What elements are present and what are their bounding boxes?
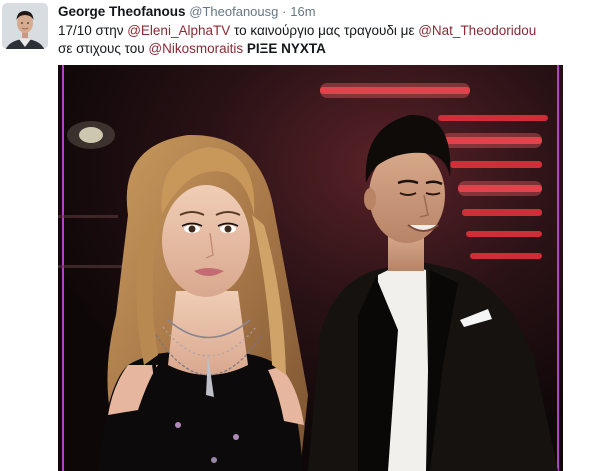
header-separator: · [282, 4, 287, 19]
text-segment: 17/10 στην [58, 23, 128, 38]
avatar[interactable] [2, 3, 48, 49]
author-handle[interactable]: @Theofanousg [189, 4, 278, 19]
photo-icon [58, 65, 563, 471]
text-segment: το καινούργιο μας τραγουδι με [230, 23, 419, 38]
mention-nat-theodoridou[interactable]: @Nat_Theodoridou [418, 23, 536, 38]
text-segment: σε στιχους του [58, 41, 149, 56]
song-title: ΡΙΞΕ ΝΥΧΤΑ [246, 41, 326, 56]
author-name[interactable]: George Theofanous [58, 4, 186, 19]
tweet-text-line-1: 17/10 στην @Eleni_AlphaTV το καινούργιο … [58, 22, 588, 40]
tweet-card: George Theofanous @Theofanousg · 16m 17/… [0, 0, 596, 471]
avatar-icon [2, 3, 48, 49]
tweet-text: 17/10 στην @Eleni_AlphaTV το καινούργιο … [58, 22, 588, 58]
tweet-timestamp[interactable]: 16m [290, 4, 315, 19]
mention-eleni-alphatv[interactable]: @Eleni_AlphaTV [127, 23, 230, 38]
mention-nikosmoraitis[interactable]: @Nikosmoraitis [148, 41, 243, 56]
tweet-header: George Theofanous @Theofanousg · 16m [58, 3, 316, 20]
tweet-text-line-2: σε στιχους του @Nikosmoraitis ΡΙΞΕ ΝΥΧΤΑ [58, 40, 588, 58]
tweet-media-photo[interactable] [58, 65, 563, 471]
